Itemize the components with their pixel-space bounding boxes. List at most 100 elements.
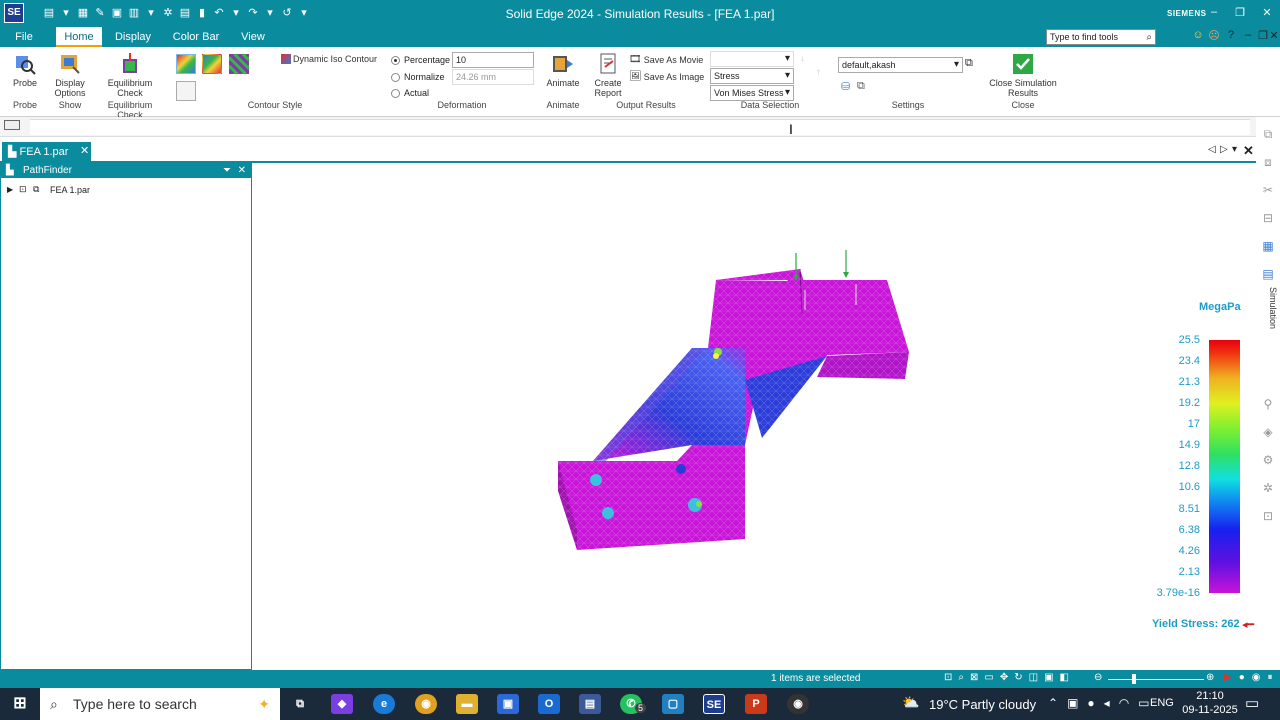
task-view-icon[interactable]: ⧉ [289,694,311,714]
side-stack-icon[interactable]: ◈ [1260,425,1276,439]
app-icon[interactable]: ▤ [579,694,601,714]
dynamic-iso-contour-button[interactable]: Dynamic Iso Contour [281,54,377,64]
command-bar-icon[interactable] [4,120,20,130]
doc-tab-fea[interactable]: ▙ FEA 1.par [2,142,91,162]
actual-radio[interactable]: Actual [391,88,429,98]
percentage-radio[interactable]: Percentage [391,55,450,65]
edge-icon[interactable]: e [373,694,395,714]
store-icon[interactable]: ▣ [497,694,519,714]
side-pin-icon[interactable]: ⚙ [1260,453,1276,467]
tab-file[interactable]: File [6,27,42,47]
side-grid-icon[interactable]: ▦ [1260,239,1276,253]
chevron-up-icon[interactable]: ⌃ [1048,696,1058,710]
arrow-down-icon[interactable]: ↓ [800,53,805,64]
side-tools-icon[interactable]: ✂ [1260,183,1276,197]
find-tools-input[interactable]: Type to find tools ⌕ [1046,29,1156,45]
weather-icon[interactable]: ⛅ [902,694,919,711]
settings-manage-icon[interactable]: ⧉ [857,80,865,93]
speaker-icon[interactable]: ◂ [1104,696,1110,710]
fit-icon[interactable]: ⊡ [944,672,952,683]
battery-icon[interactable]: ▭ [1138,696,1149,710]
tab-display[interactable]: Display [110,27,156,47]
view-cube-icon[interactable]: ▣ [1044,672,1053,683]
side-simulation-icon[interactable]: ▤ [1260,267,1276,281]
tab-home[interactable]: Home [56,27,102,47]
contour-smooth-button[interactable] [202,54,222,74]
close-simulation-results-button[interactable]: Close Simulation Results [988,53,1058,98]
clock-date[interactable]: 09-11-2025 [1180,704,1240,716]
outlook-icon[interactable]: O [538,694,560,714]
tab-color-bar[interactable]: Color Bar [170,27,222,47]
doc-minimize-icon[interactable]: – [1240,29,1256,41]
pan-icon[interactable]: ✥ [1000,672,1008,683]
contour-mesh-button[interactable] [229,54,249,74]
simulation-side-label[interactable]: Simulation [1258,287,1278,347]
clock-time[interactable]: 21:10 [1190,690,1230,702]
display-options-button[interactable]: Display Options [50,53,90,98]
side-link-icon[interactable]: ⚲ [1260,397,1276,411]
stress-component-select[interactable]: Von Mises Stress [710,85,794,101]
minimize-button[interactable]: – [1206,6,1222,18]
command-input[interactable] [30,119,1250,135]
pathfinder-tree-item[interactable]: ▶ ⊡ ⧉ FEA 1.par [1,183,251,201]
fea-mesh-part[interactable] [558,268,918,558]
shade-icon[interactable]: ◧ [1060,672,1069,683]
side-panel-icon[interactable]: ⊡ [1260,509,1276,523]
pathfinder-close-icon[interactable]: ✕ [238,164,246,178]
tab-next-icon[interactable]: ▷ [1220,144,1228,155]
side-layers-icon[interactable]: ⧈ [1260,155,1276,169]
wifi-icon[interactable]: ◠ [1119,696,1129,710]
pause-icon[interactable]: ⏸ [1267,672,1272,683]
normalize-input[interactable]: 24.26 mm [452,69,534,85]
smile-icon[interactable]: ☺ [1190,29,1206,41]
settings-select[interactable]: default,akash [838,57,963,73]
restore-button[interactable]: ❐ [1232,6,1248,19]
doc-close-icon[interactable]: ✕ [1266,29,1280,42]
zoom-thumb[interactable] [1132,674,1136,684]
create-report-button[interactable]: Create Report [590,53,626,98]
probe-button[interactable]: Probe [6,53,44,88]
zoom-slider[interactable]: ⊖ ⊕ [1094,672,1218,685]
weather-text[interactable]: 19°C Partly cloudy [929,697,1036,712]
close-all-tabs-icon[interactable]: ✕ [1243,143,1254,159]
tab-view[interactable]: View [236,27,270,47]
graphics-window[interactable]: MegaPa Yield Stress: 262 ◂━ [252,163,1256,670]
zoom-icon[interactable]: ⌕ [958,672,964,683]
arrow-up-icon[interactable]: ↑ [816,67,821,78]
tab-list-icon[interactable]: ▾ [1232,144,1237,155]
zoom-area-icon[interactable]: ⊠ [970,672,978,683]
save-as-image-button[interactable]: 🖼 Save As Image [629,71,704,82]
rotate-icon[interactable]: ↻ [1014,672,1022,683]
notification-icon[interactable]: ▭ [1245,694,1259,712]
window-icon[interactable]: ▭ [984,672,993,683]
data-selection-empty-select[interactable] [710,51,794,67]
animate-button[interactable]: Animate [545,53,581,88]
percentage-input[interactable]: 10 [452,52,534,68]
contour-outline-button[interactable] [176,81,196,101]
camera-icon[interactable]: ▣ [1067,696,1078,710]
doc-tab-close-icon[interactable]: ✕ [80,144,89,157]
zoom-in-icon[interactable]: ⊕ [1206,672,1214,683]
recorder-icon[interactable]: ◉ [787,694,809,714]
record-dot-icon[interactable]: ● [1239,672,1245,683]
stress-type-select[interactable]: Stress [710,68,794,84]
fea-model-view[interactable] [252,163,1256,670]
mic-icon[interactable]: ● [1087,696,1094,710]
explorer-icon[interactable]: ▬ [456,694,478,714]
chrome-icon[interactable]: ◉ [415,694,437,714]
side-settings-icon[interactable]: ✲ [1260,481,1276,495]
powerpoint-icon[interactable]: P [745,694,767,714]
search-icon[interactable]: ⌕ [1146,31,1152,44]
sketch-icon[interactable]: ◫ [1029,672,1038,683]
side-view-icon[interactable]: ⊟ [1260,211,1276,225]
contour-fringe-button[interactable] [176,54,196,74]
tab-prev-icon[interactable]: ◁ [1208,144,1216,155]
save-as-movie-button[interactable]: 🎞 Save As Movie [629,54,703,65]
normalize-radio[interactable]: Normalize [391,72,445,82]
app-window-icon[interactable]: ▢ [662,694,684,714]
expand-icon[interactable]: ▶ [7,185,13,194]
record-icon[interactable]: ▶ [1224,672,1232,683]
start-icon[interactable]: ⊞ [9,694,31,714]
frown-icon[interactable]: ☹ [1206,29,1222,42]
close-window-button[interactable]: ✕ [1259,6,1275,19]
